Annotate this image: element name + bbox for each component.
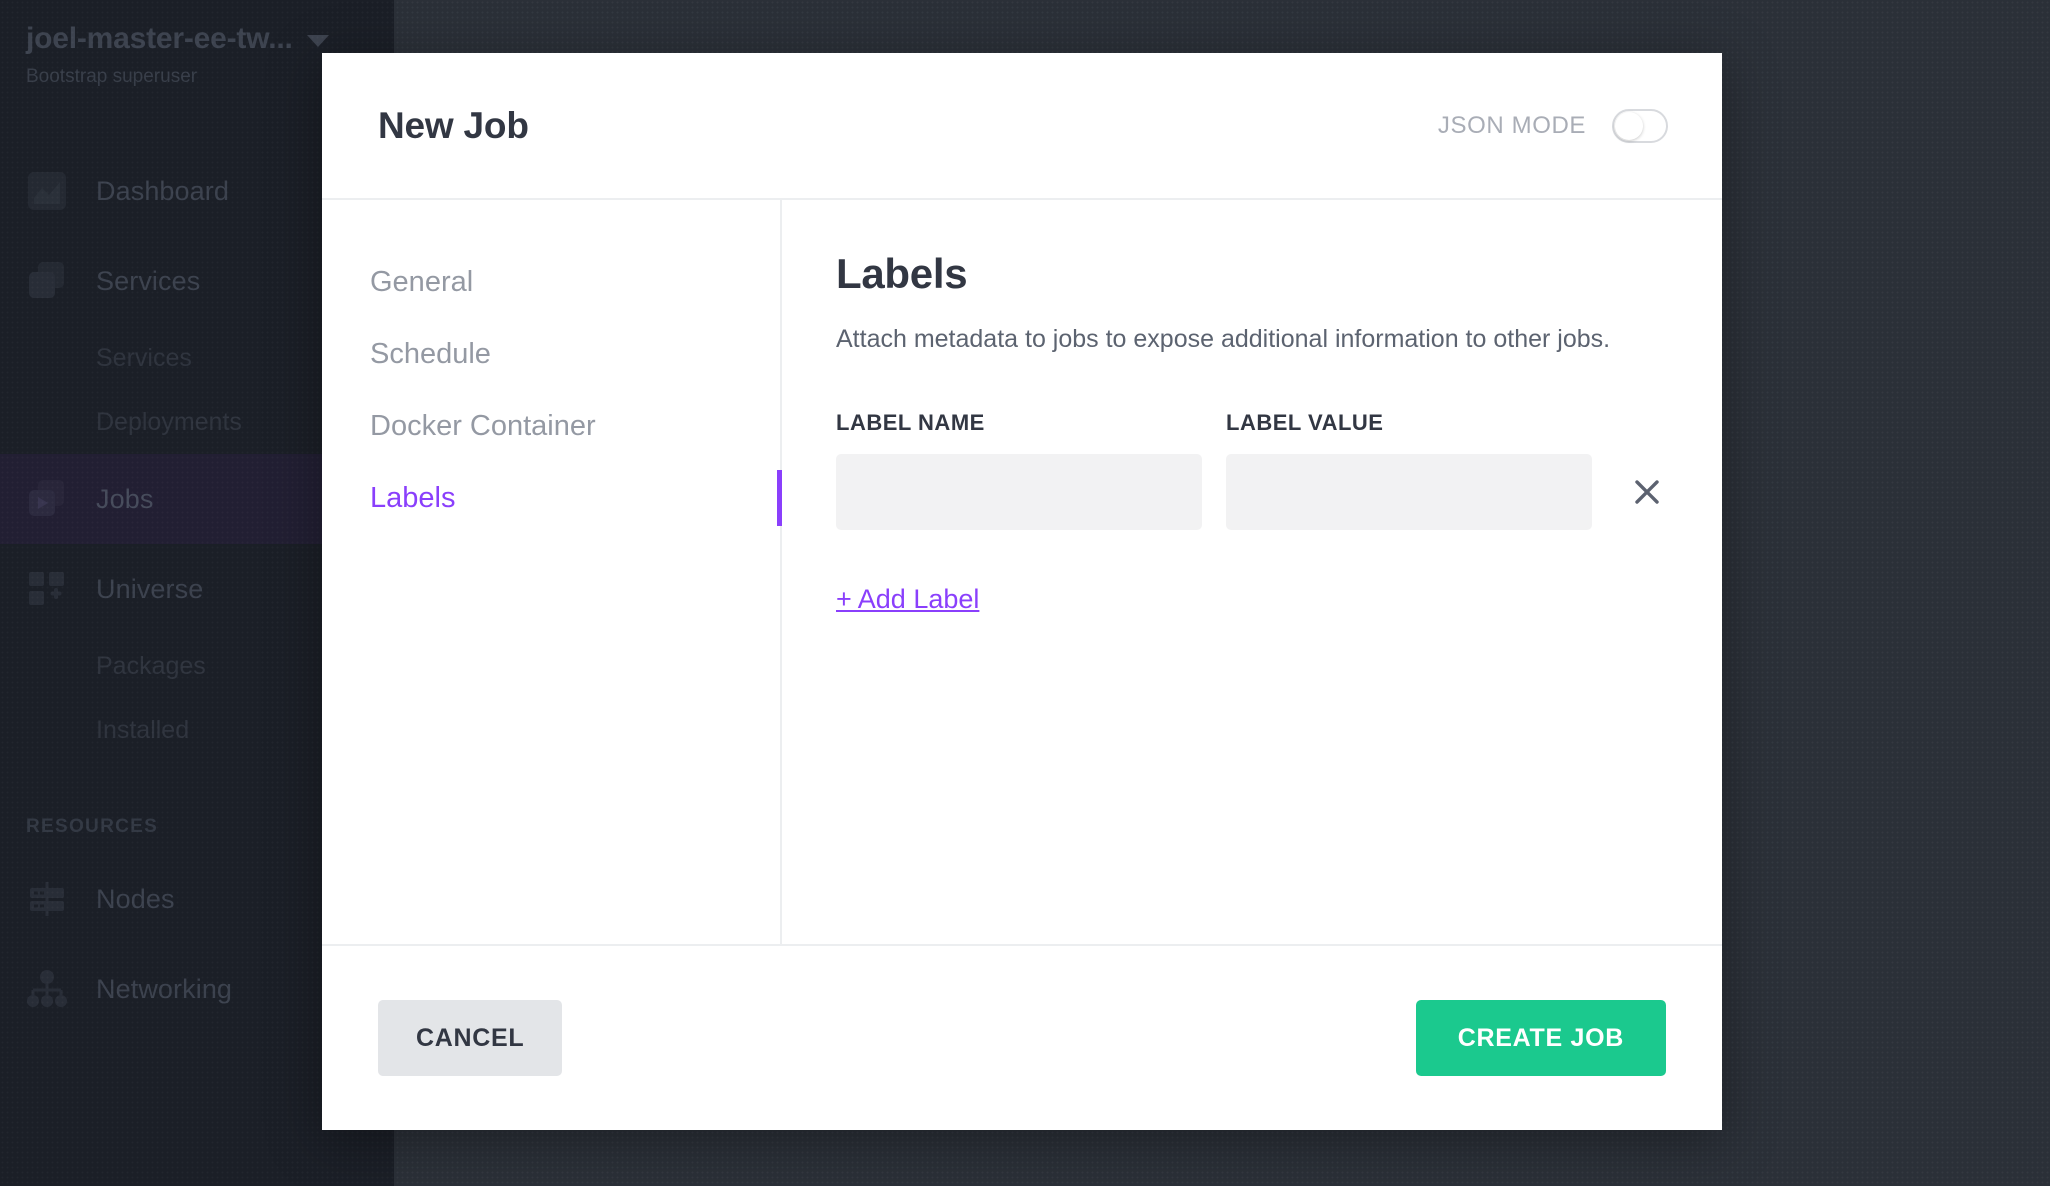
pane-title: Labels <box>836 250 968 297</box>
tab-schedule[interactable]: Schedule <box>322 318 780 390</box>
cancel-button[interactable]: CANCEL <box>378 1000 563 1076</box>
json-mode-control[interactable]: JSON MODE <box>1437 108 1668 143</box>
tab-label: Docker Container <box>370 409 596 442</box>
remove-label-button[interactable] <box>1616 461 1678 523</box>
sidebar-item-label: Services <box>96 265 201 296</box>
labels-column-headers: LABEL NAME LABEL VALUE <box>836 410 1662 436</box>
modal-title: New Job <box>378 104 529 146</box>
modal-header: New Job JSON MODE <box>322 53 1722 200</box>
chevron-down-icon[interactable] <box>306 35 329 47</box>
json-mode-toggle[interactable] <box>1612 108 1668 143</box>
dashboard-icon <box>28 172 66 210</box>
column-header-label-name: LABEL NAME <box>836 409 985 435</box>
nodes-icon <box>30 882 64 916</box>
sidebar-item-label: Networking <box>96 973 233 1004</box>
label-value-input[interactable] <box>1226 453 1592 530</box>
json-mode-label: JSON MODE <box>1437 111 1586 139</box>
labels-pane: Labels Attach metadata to jobs to expose… <box>782 200 1722 944</box>
modal-body: General Schedule Docker Container Labels… <box>322 200 1722 946</box>
modal-tab-list: General Schedule Docker Container Labels <box>322 200 782 944</box>
modal-footer: CANCEL CREATE JOB <box>322 946 1722 1130</box>
new-job-modal: New Job JSON MODE General Schedule Docke… <box>322 53 1722 1130</box>
cluster-subtitle: Bootstrap superuser <box>26 66 198 87</box>
label-row <box>836 453 1662 530</box>
tab-label: General <box>370 265 474 298</box>
pane-description: Attach metadata to jobs to expose additi… <box>836 325 1611 353</box>
app-root: joel-master-ee-tw... Bootstrap superuser… <box>0 0 2050 1186</box>
cluster-name-row[interactable]: joel-master-ee-tw... <box>26 22 368 56</box>
sidebar-subitem-label: Installed <box>96 715 190 744</box>
toggle-knob <box>1615 111 1643 140</box>
tab-docker-container[interactable]: Docker Container <box>322 390 780 462</box>
sidebar-item-label: Jobs <box>96 483 154 514</box>
universe-icon <box>29 572 64 605</box>
sidebar-subitem-label: Deployments <box>96 407 242 436</box>
column-header-label-value: LABEL VALUE <box>1226 409 1384 435</box>
label-name-input[interactable] <box>836 453 1202 530</box>
sidebar-item-label: Nodes <box>96 883 175 914</box>
tab-label: Labels <box>370 481 456 514</box>
jobs-icon <box>29 480 64 516</box>
cluster-name-label: joel-master-ee-tw... <box>26 22 293 55</box>
tab-general[interactable]: General <box>322 246 780 318</box>
networking-icon <box>27 970 67 1007</box>
tab-label: Schedule <box>370 337 491 370</box>
tab-labels[interactable]: Labels <box>322 462 782 534</box>
add-label-link[interactable]: + Add Label <box>836 584 979 615</box>
sidebar-item-label: Universe <box>96 573 204 604</box>
sidebar-item-label: Dashboard <box>96 175 229 206</box>
sidebar-subitem-label: Services <box>96 343 192 372</box>
create-job-button[interactable]: CREATE JOB <box>1415 1000 1666 1076</box>
services-icon <box>29 262 64 298</box>
sidebar-subitem-label: Packages <box>96 651 206 680</box>
close-icon <box>1635 479 1659 504</box>
